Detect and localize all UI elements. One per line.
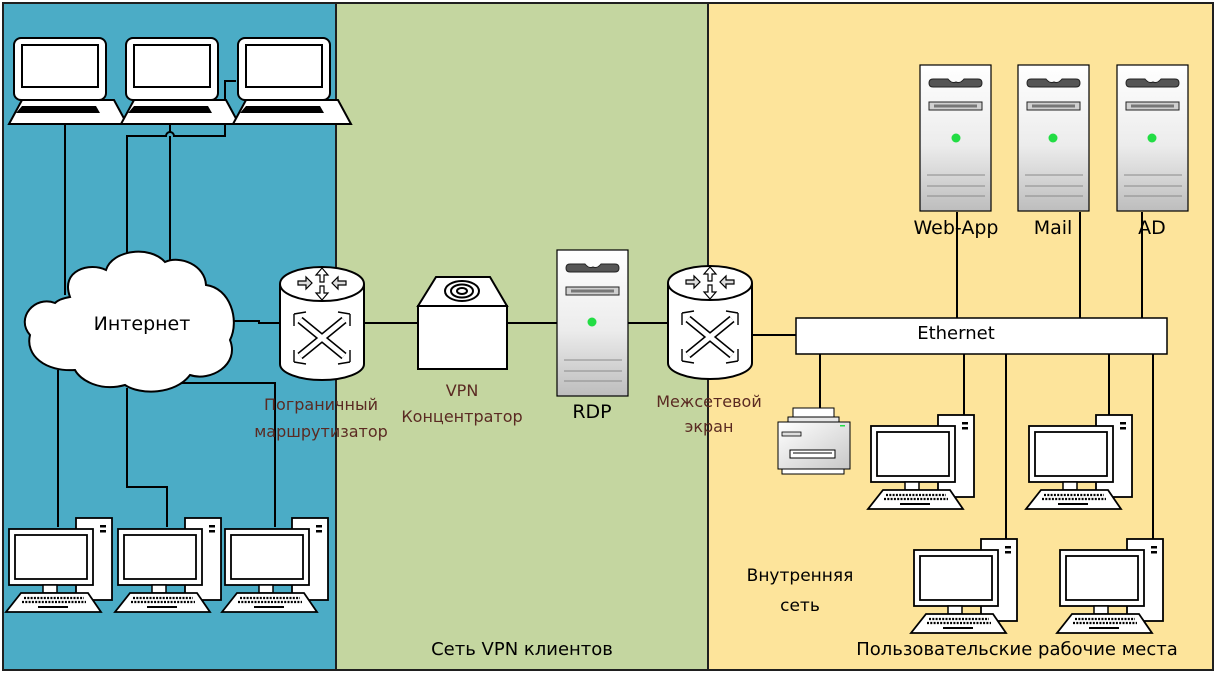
firewall-label-1: Межсетевой (656, 392, 761, 411)
ad-status-led (1147, 133, 1157, 143)
remote-desktop-1 (4, 516, 114, 614)
server-mail-label: Mail (1034, 217, 1073, 239)
ethernet-label: Ethernet (917, 323, 995, 344)
remote-desktop-3 (220, 516, 330, 614)
workstations-zone-title: Пользовательские рабочие места (856, 639, 1178, 660)
workstation-2 (1024, 413, 1134, 511)
border-router-label-2: маршрутизатор (254, 422, 388, 441)
border-router-label-1: Пограничный (264, 395, 378, 414)
mail-status-led (1048, 133, 1058, 143)
vpn-zone (335, 2, 709, 671)
vpn-concentrator-icon (416, 276, 509, 370)
web-app-status-led (951, 133, 961, 143)
rdp-status-led (587, 317, 597, 327)
firewall-label-2: экран (685, 417, 734, 436)
workstation-4 (1055, 537, 1165, 635)
vpn-zone-title: Сеть VPN клиентов (431, 639, 613, 660)
server-web-app-label: Web-App (914, 217, 999, 239)
laptop-keyboards (16, 106, 324, 113)
vpn-concentrator-label-2: Концентратор (401, 407, 522, 426)
internal-network-label-1: Внутренняя (747, 566, 854, 586)
rdp-label: RDP (572, 401, 611, 423)
vpn-concentrator-label-1: VPN (446, 381, 479, 400)
firewall-icon (668, 266, 752, 379)
printer-icon (777, 407, 851, 475)
remote-desktop-2 (113, 516, 223, 614)
network-diagram: Интернет Пограничный маршрутизатор VPN К… (2, 2, 1214, 671)
internal-network-label-2: сеть (780, 596, 820, 616)
server-ad-label: AD (1138, 217, 1166, 239)
workstation-3 (909, 537, 1019, 635)
internet-label: Интернет (94, 313, 191, 335)
workstation-1 (866, 413, 976, 511)
border-router-icon (280, 267, 364, 380)
